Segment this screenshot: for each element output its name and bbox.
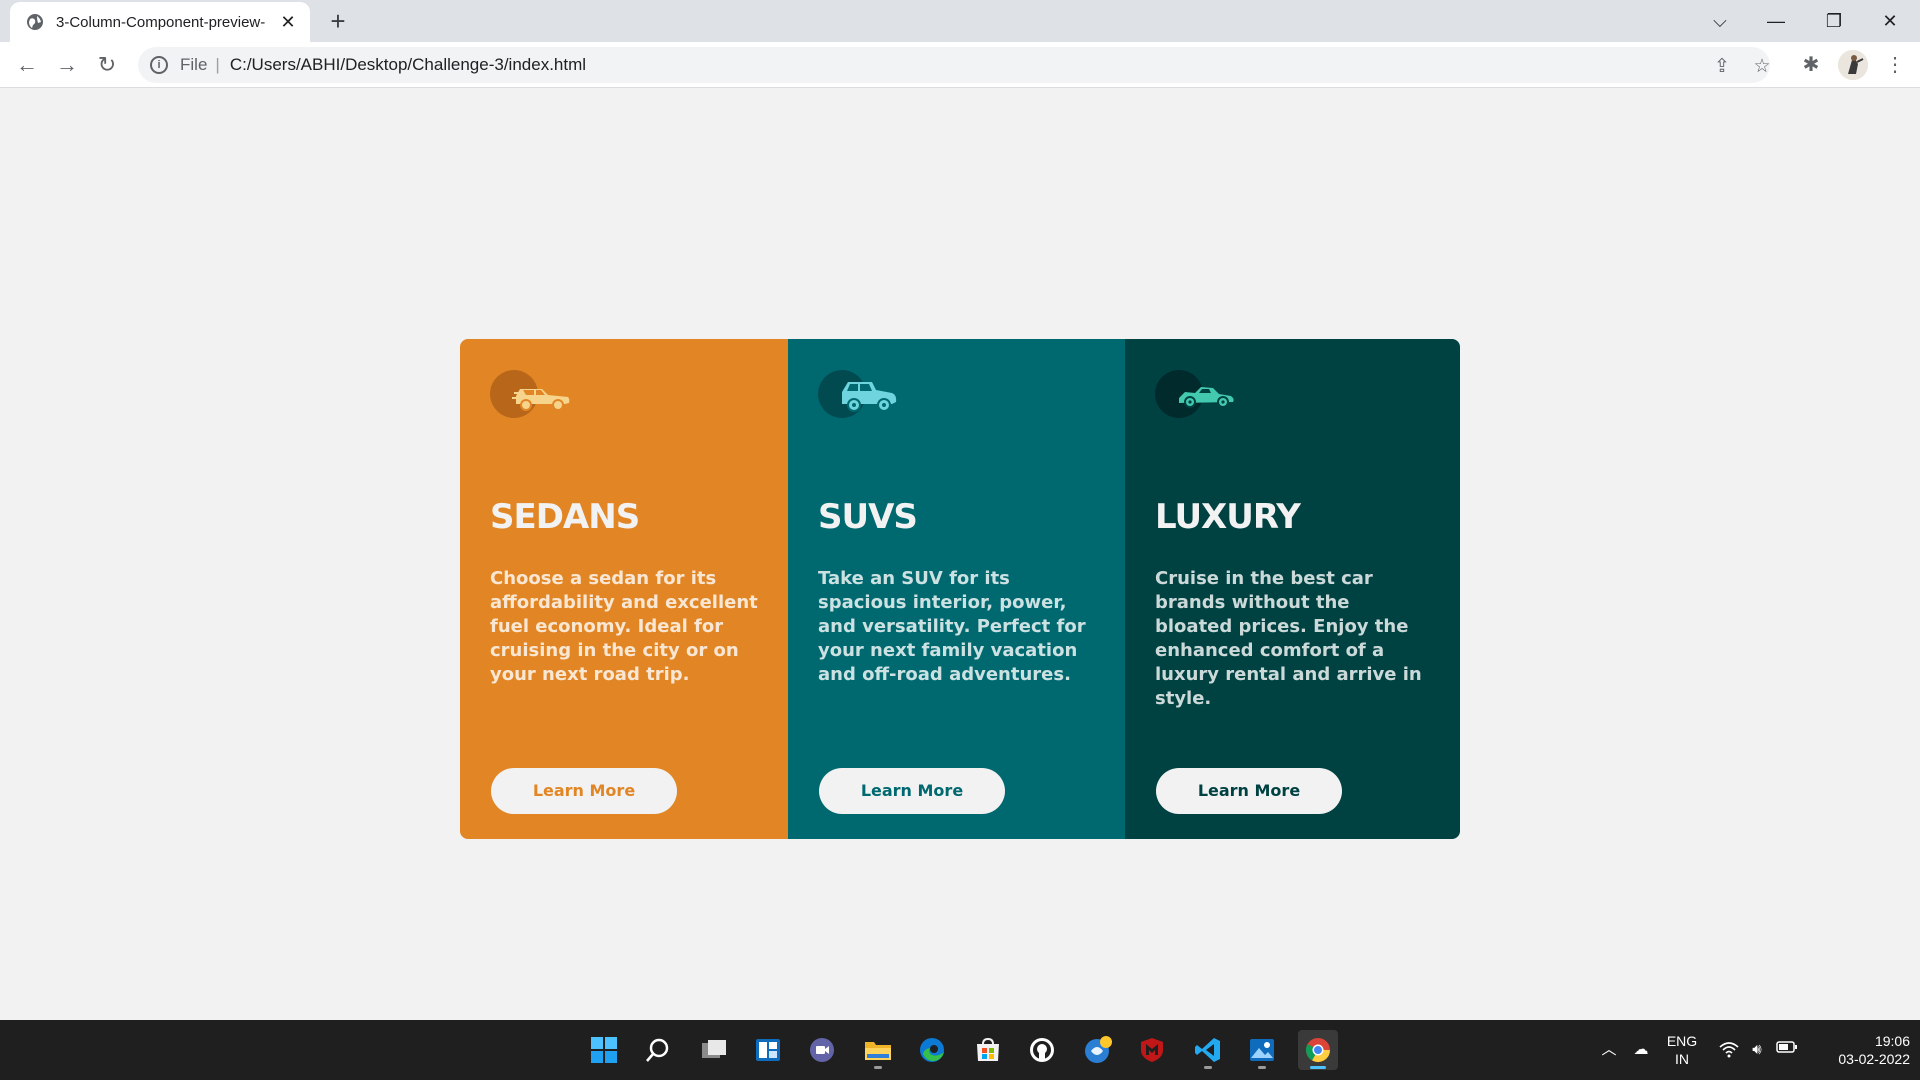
globe-icon bbox=[27, 14, 43, 30]
tray-overflow-chevron-icon[interactable]: ︿ bbox=[1598, 1040, 1620, 1060]
minimize-icon[interactable]: — bbox=[1756, 4, 1796, 38]
windows-taskbar: ︿ ☁ ENG IN 🔊︎ 19:06 03-02-2022 bbox=[0, 1020, 1920, 1080]
volume-icon[interactable]: 🔊︎ bbox=[1746, 1040, 1768, 1060]
browser-toolbar: ← → ↻ i File | C:/Users/ABHI/Desktop/Cha… bbox=[0, 42, 1920, 88]
menu-dots-icon[interactable]: ⋮ bbox=[1880, 50, 1910, 80]
clock[interactable]: 19:06 03-02-2022 bbox=[1800, 1032, 1910, 1068]
bookmark-star-icon[interactable]: ☆ bbox=[1750, 55, 1774, 79]
card-group: SEDANS Choose a sedan for its affordabil… bbox=[460, 339, 1460, 839]
start-icon[interactable] bbox=[584, 1030, 624, 1070]
running-indicator bbox=[1258, 1066, 1266, 1069]
suv-car-icon bbox=[818, 370, 897, 418]
running-indicator bbox=[874, 1066, 882, 1069]
file-explorer-icon[interactable] bbox=[858, 1030, 898, 1070]
card-suvs: SUVS Take an SUV for its spacious interi… bbox=[788, 339, 1125, 839]
card-description: Cruise in the best car brands without th… bbox=[1155, 568, 1422, 709]
tab-title: 3-Column-Component-preview- bbox=[56, 13, 266, 31]
search-icon[interactable] bbox=[638, 1030, 678, 1070]
tab-close-icon[interactable]: ✕ bbox=[278, 12, 298, 32]
reload-icon[interactable]: ↻ bbox=[92, 50, 122, 80]
clock-time: 19:06 bbox=[1874, 1033, 1910, 1049]
page-viewport: SEDANS Choose a sedan for its affordabil… bbox=[0, 89, 1920, 1020]
tab-search-icon[interactable]: ⌵ bbox=[1700, 4, 1740, 38]
widgets-icon[interactable] bbox=[748, 1030, 788, 1070]
card-title: SUVS bbox=[818, 497, 918, 537]
restore-icon[interactable]: ❐ bbox=[1814, 4, 1854, 38]
edge-icon[interactable] bbox=[912, 1030, 952, 1070]
github-icon[interactable] bbox=[1022, 1030, 1062, 1070]
extensions-icon[interactable]: ✱ bbox=[1796, 50, 1826, 80]
battery-icon[interactable] bbox=[1776, 1040, 1798, 1060]
browser-tab-bar: 3-Column-Component-preview- ✕ + ⌵ — ❐ ✕ bbox=[0, 0, 1920, 42]
photos-icon[interactable] bbox=[1242, 1030, 1282, 1070]
card-luxury: LUXURY Cruise in the best car brands wit… bbox=[1125, 339, 1460, 839]
forward-icon[interactable]: → bbox=[52, 50, 82, 80]
browser-tab[interactable]: 3-Column-Component-preview- ✕ bbox=[10, 2, 310, 42]
card-title: SEDANS bbox=[490, 497, 640, 537]
share-icon[interactable]: ⇪ bbox=[1710, 55, 1734, 79]
card-title: LUXURY bbox=[1155, 497, 1301, 537]
card-description: Choose a sedan for its affordability and… bbox=[490, 568, 758, 685]
mcafee-icon[interactable] bbox=[1132, 1030, 1172, 1070]
teams-chat-icon[interactable] bbox=[802, 1030, 842, 1070]
store-icon[interactable] bbox=[968, 1030, 1008, 1070]
chrome-icon[interactable] bbox=[1298, 1030, 1338, 1070]
vscode-icon[interactable] bbox=[1188, 1030, 1228, 1070]
input-language-indicator[interactable]: ENG IN bbox=[1662, 1032, 1702, 1068]
back-icon[interactable]: ← bbox=[12, 50, 42, 80]
info-icon[interactable]: i bbox=[150, 56, 168, 74]
close-window-icon[interactable]: ✕ bbox=[1870, 4, 1910, 38]
profile-avatar[interactable] bbox=[1838, 50, 1868, 80]
running-indicator bbox=[1310, 1066, 1326, 1069]
clock-date: 03-02-2022 bbox=[1838, 1051, 1910, 1067]
new-tab-button[interactable]: + bbox=[324, 8, 352, 36]
card-description: Take an SUV for its spacious interior, p… bbox=[818, 568, 1086, 685]
wifi-icon[interactable] bbox=[1718, 1040, 1740, 1060]
card-sedans: SEDANS Choose a sedan for its affordabil… bbox=[460, 339, 788, 839]
task-view-icon[interactable] bbox=[694, 1030, 734, 1070]
avatar-image bbox=[1838, 50, 1868, 80]
url-text[interactable]: C:/Users/ABHI/Desktop/Challenge-3/index.… bbox=[230, 55, 586, 75]
luxury-car-icon bbox=[1155, 370, 1234, 418]
learn-more-button[interactable]: Learn More bbox=[491, 768, 677, 814]
address-bar[interactable]: i File | C:/Users/ABHI/Desktop/Challenge… bbox=[138, 47, 1771, 83]
region-code: IN bbox=[1675, 1051, 1689, 1067]
learn-more-button[interactable]: Learn More bbox=[819, 768, 1005, 814]
url-separator: | bbox=[215, 55, 220, 74]
python-icon[interactable] bbox=[1078, 1030, 1118, 1070]
onedrive-cloud-icon[interactable]: ☁ bbox=[1630, 1040, 1652, 1060]
language-code: ENG bbox=[1666, 1033, 1698, 1049]
learn-more-button[interactable]: Learn More bbox=[1156, 768, 1342, 814]
url-scheme: File bbox=[180, 55, 208, 74]
running-indicator bbox=[1204, 1066, 1212, 1069]
sedan-car-icon bbox=[490, 370, 570, 418]
